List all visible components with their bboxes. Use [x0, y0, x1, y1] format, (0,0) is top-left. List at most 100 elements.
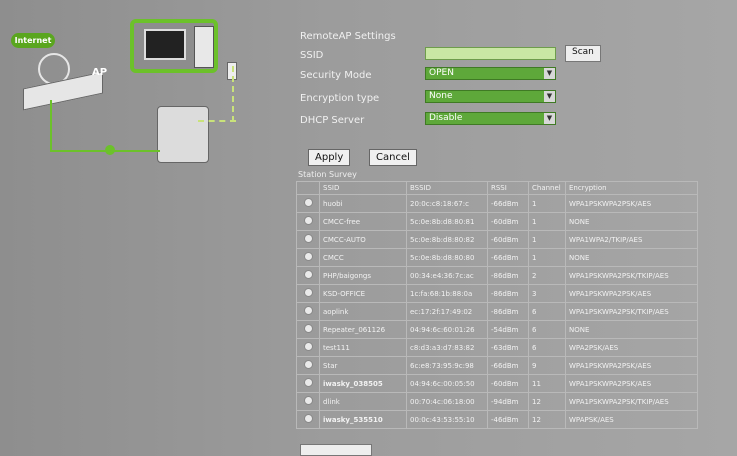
- table-row[interactable]: aoplink ec:17:2f:17:49:02 -86dBm 6 WPA1PSKWP…: [296, 302, 698, 321]
- table-row[interactable]: Star 6c:e8:73:95:9c:98 -66dBm 9 WPA1PSKWPA2P…: [296, 356, 698, 375]
- settings-title: RemoteAP Settings: [300, 31, 396, 42]
- cell-channel: 1: [528, 248, 566, 267]
- cell-bssid: ec:17:2f:17:49:02: [406, 302, 488, 321]
- chevron-down-icon: ▼: [544, 68, 555, 79]
- table-row[interactable]: PHP/baigongs 00:34:e4:36:7c:ac -86dBm 2 WPA1…: [296, 266, 698, 285]
- cell-bssid: 04:94:6c:60:01:26: [406, 320, 488, 339]
- security-mode-select[interactable]: OPEN ▼: [425, 67, 556, 80]
- monitor-icon: [144, 29, 186, 60]
- ssid-input[interactable]: [425, 47, 556, 60]
- radio-button[interactable]: [303, 288, 313, 297]
- ssid-label: SSID: [300, 50, 324, 61]
- cell-bssid: c8:d3:a3:d7:83:82: [406, 338, 488, 357]
- chevron-down-icon: ▼: [544, 91, 555, 102]
- table-row[interactable]: huobi 20:0c:c8:18:67:c -66dBm 1 WPA1PSKWPA2P…: [296, 194, 698, 213]
- cell-encryption: NONE: [565, 248, 698, 267]
- security-mode-value: OPEN: [429, 68, 454, 78]
- radio-button[interactable]: [303, 198, 313, 207]
- cell-encryption: WPA1PSKWPA2PSK/AES: [565, 284, 698, 303]
- table-row[interactable]: KSD-OFFICE 1c:fa:68:1b:88:0a -86dBm 3 WPA1PS…: [296, 284, 698, 303]
- encryption-type-label: Encryption type: [300, 93, 380, 104]
- dhcp-server-select[interactable]: Disable ▼: [425, 112, 556, 125]
- row-select-cell[interactable]: [296, 194, 320, 213]
- computer-icon: [130, 19, 218, 73]
- cell-rssi: -60dBm: [487, 212, 529, 231]
- column-header: RSSI: [487, 181, 529, 195]
- row-select-cell[interactable]: [296, 410, 320, 429]
- radio-button[interactable]: [303, 270, 313, 279]
- ap-label: AP: [92, 67, 108, 78]
- radio-button[interactable]: [303, 252, 313, 261]
- scan-button[interactable]: Scan: [565, 45, 601, 62]
- table-row[interactable]: CMCC-AUTO 5c:0e:8b:d8:80:82 -60dBm 1 WPA1WPA…: [296, 230, 698, 249]
- column-header: [296, 181, 320, 195]
- cell-encryption: WPA2PSK/AES: [565, 338, 698, 357]
- cell-channel: 1: [528, 194, 566, 213]
- wireless-link-line: [198, 120, 236, 122]
- row-select-cell[interactable]: [296, 230, 320, 249]
- table-row[interactable]: dlink 00:70:4c:06:18:00 -94dBm 12 WPA1PSKWPA…: [296, 392, 698, 411]
- row-select-cell[interactable]: [296, 374, 320, 393]
- cell-ssid: PHP/baigongs: [319, 266, 407, 285]
- cell-channel: 11: [528, 374, 566, 393]
- cell-ssid: CMCC: [319, 248, 407, 267]
- dhcp-server-label: DHCP Server: [300, 115, 365, 126]
- table-row[interactable]: iwasky_038505 04:94:6c:00:05:50 -60dBm 11 WP…: [296, 374, 698, 393]
- cell-bssid: 5c:0e:8b:d8:80:82: [406, 230, 488, 249]
- row-select-cell[interactable]: [296, 392, 320, 411]
- cell-channel: 6: [528, 302, 566, 321]
- radio-button[interactable]: [303, 378, 313, 387]
- table-row[interactable]: CMCC-free 5c:0e:8b:d8:80:81 -60dBm 1 NONE: [296, 212, 698, 231]
- tower-icon: [194, 26, 214, 68]
- cell-encryption: WPA1PSKWPA2PSK/AES: [565, 356, 698, 375]
- radio-button[interactable]: [303, 234, 313, 243]
- table-row[interactable]: Repeater_061126 04:94:6c:60:01:26 -54dBm 6 N…: [296, 320, 698, 339]
- cell-encryption: WPA1PSKWPA2PSK/AES: [565, 194, 698, 213]
- radio-button[interactable]: [303, 396, 313, 405]
- connection-line: [50, 100, 52, 150]
- dhcp-server-value: Disable: [429, 113, 463, 123]
- row-select-cell[interactable]: [296, 320, 320, 339]
- cell-rssi: -86dBm: [487, 284, 529, 303]
- row-select-cell[interactable]: [296, 266, 320, 285]
- encryption-type-value: None: [429, 91, 453, 101]
- cell-ssid: CMCC-AUTO: [319, 230, 407, 249]
- radio-button[interactable]: [303, 342, 313, 351]
- apply-button[interactable]: Apply: [308, 149, 351, 166]
- radio-button[interactable]: [303, 324, 313, 333]
- table-row[interactable]: CMCC 5c:0e:8b:d8:80:80 -66dBm 1 NONE: [296, 248, 698, 267]
- row-select-cell[interactable]: [296, 302, 320, 321]
- table-row[interactable]: test111 c8:d3:a3:d7:83:82 -63dBm 6 WPA2PSK/A…: [296, 338, 698, 357]
- cell-ssid: iwasky_535510: [319, 410, 407, 429]
- cell-encryption: WPAPSK/AES: [565, 410, 698, 429]
- cell-rssi: -66dBm: [487, 248, 529, 267]
- cell-channel: 12: [528, 410, 566, 429]
- table-header-row: SSID BSSID RSSI Channel Encryption: [296, 181, 698, 195]
- encryption-type-select[interactable]: None ▼: [425, 90, 556, 103]
- connect-button[interactable]: [300, 444, 372, 456]
- radio-button[interactable]: [303, 414, 313, 423]
- cell-encryption: NONE: [565, 212, 698, 231]
- cell-rssi: -60dBm: [487, 230, 529, 249]
- row-select-cell[interactable]: [296, 338, 320, 357]
- cell-rssi: -46dBm: [487, 410, 529, 429]
- radio-button[interactable]: [303, 306, 313, 315]
- cell-channel: 12: [528, 392, 566, 411]
- cancel-button[interactable]: Cancel: [369, 149, 417, 166]
- cell-rssi: -63dBm: [487, 338, 529, 357]
- cell-channel: 3: [528, 284, 566, 303]
- cell-ssid: huobi: [319, 194, 407, 213]
- connection-node-icon: [105, 145, 115, 155]
- row-select-cell[interactable]: [296, 356, 320, 375]
- row-select-cell[interactable]: [296, 284, 320, 303]
- row-select-cell[interactable]: [296, 212, 320, 231]
- security-mode-label: Security Mode: [300, 70, 372, 81]
- cell-encryption: WPA1PSKWPA2PSK/TKIP/AES: [565, 302, 698, 321]
- table-row[interactable]: iwasky_535510 00:0c:43:53:55:10 -46dBm 12 WP…: [296, 410, 698, 429]
- column-header: SSID: [319, 181, 407, 195]
- cell-rssi: -86dBm: [487, 302, 529, 321]
- radio-button[interactable]: [303, 360, 313, 369]
- row-select-cell[interactable]: [296, 248, 320, 267]
- cell-bssid: 00:0c:43:53:55:10: [406, 410, 488, 429]
- radio-button[interactable]: [303, 216, 313, 225]
